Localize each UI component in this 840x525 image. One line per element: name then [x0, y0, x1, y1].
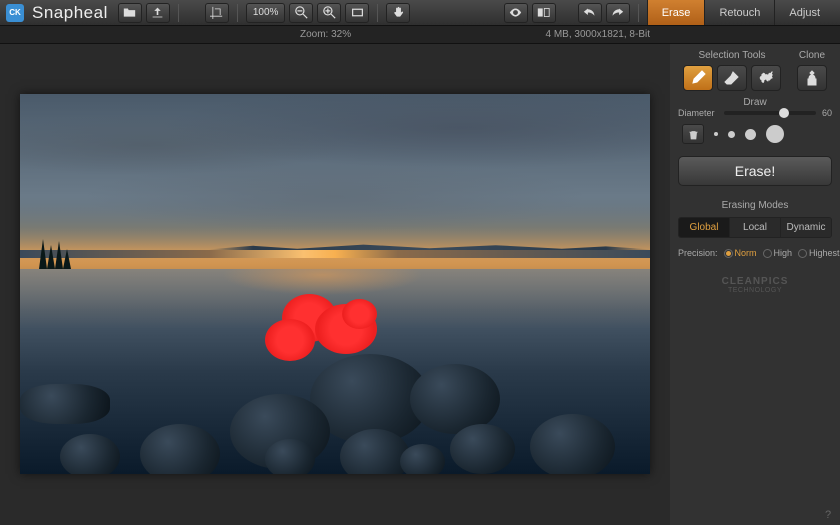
draw-label: Draw — [678, 97, 832, 108]
brush-size-lg[interactable] — [766, 125, 784, 143]
erasing-modes: Global Local Dynamic — [678, 217, 832, 238]
precision-row: Precision: Norm High Highest — [678, 248, 832, 258]
preview-button[interactable] — [504, 3, 528, 23]
lasso-tool[interactable] — [751, 65, 781, 91]
diameter-value: 60 — [822, 108, 832, 118]
image-canvas[interactable] — [20, 94, 650, 474]
separator — [638, 4, 639, 22]
precision-highest[interactable]: Highest — [798, 248, 840, 258]
eraser-tool[interactable] — [717, 65, 747, 91]
separator — [237, 4, 238, 22]
erase-button[interactable]: Erase! — [678, 156, 832, 186]
mode-global[interactable]: Global — [679, 218, 729, 237]
slider-thumb[interactable] — [779, 108, 789, 118]
cleanpics-logo: CLEANPICS TECHNOLOGY — [678, 276, 832, 294]
clone-tool[interactable] — [797, 65, 827, 91]
open-button[interactable] — [118, 3, 142, 23]
brush-size-md[interactable] — [745, 129, 756, 140]
canvas-area — [0, 44, 670, 525]
clone-label: Clone — [799, 50, 825, 61]
tab-erase[interactable]: Erase — [647, 0, 705, 25]
help-icon[interactable]: ? — [820, 507, 836, 523]
mode-local[interactable]: Local — [729, 218, 780, 237]
top-toolbar: CK Snapheal 100% Erase Retouch Adjust — [0, 0, 840, 26]
separator — [178, 4, 179, 22]
mode-dynamic[interactable]: Dynamic — [780, 218, 831, 237]
precision-high[interactable]: High — [763, 248, 793, 258]
compare-button[interactable] — [532, 3, 556, 23]
clear-mask-button[interactable] — [682, 124, 704, 144]
tab-retouch[interactable]: Retouch — [704, 0, 774, 25]
diameter-slider[interactable] — [724, 111, 816, 115]
app-badge: CK — [6, 4, 24, 22]
app-name: Snapheal — [32, 3, 108, 23]
zoom-status: Zoom: 32% — [300, 29, 351, 40]
erase-mask — [265, 319, 315, 361]
brush-tool[interactable] — [683, 65, 713, 91]
crop-button[interactable] — [205, 3, 229, 23]
separator — [377, 4, 378, 22]
zoom-percent[interactable]: 100% — [246, 3, 286, 23]
zoom-out-button[interactable] — [289, 3, 313, 23]
main-area: Selection Tools Clone Draw Diameter 60 — [0, 44, 840, 525]
zoom-in-button[interactable] — [317, 3, 341, 23]
tab-adjust[interactable]: Adjust — [774, 0, 834, 25]
precision-label: Precision: — [678, 248, 718, 258]
mode-tabs: Erase Retouch Adjust — [647, 0, 834, 25]
fit-button[interactable] — [345, 3, 369, 23]
brush-size-sm[interactable] — [728, 131, 735, 138]
brush-size-xs[interactable] — [714, 132, 718, 136]
right-sidebar: Selection Tools Clone Draw Diameter 60 — [670, 44, 840, 525]
export-button[interactable] — [146, 3, 170, 23]
redo-button[interactable] — [606, 3, 630, 23]
erase-mask — [342, 299, 377, 329]
diameter-label: Diameter — [678, 108, 718, 118]
precision-norm[interactable]: Norm — [724, 248, 757, 258]
erasing-modes-label: Erasing Modes — [678, 200, 832, 211]
image-info: 4 MB, 3000x1821, 8-Bit — [545, 29, 650, 40]
status-bar: Zoom: 32% 4 MB, 3000x1821, 8-Bit — [0, 26, 840, 44]
undo-button[interactable] — [578, 3, 602, 23]
selection-tools-label: Selection Tools — [698, 50, 765, 61]
hand-tool-button[interactable] — [386, 3, 410, 23]
